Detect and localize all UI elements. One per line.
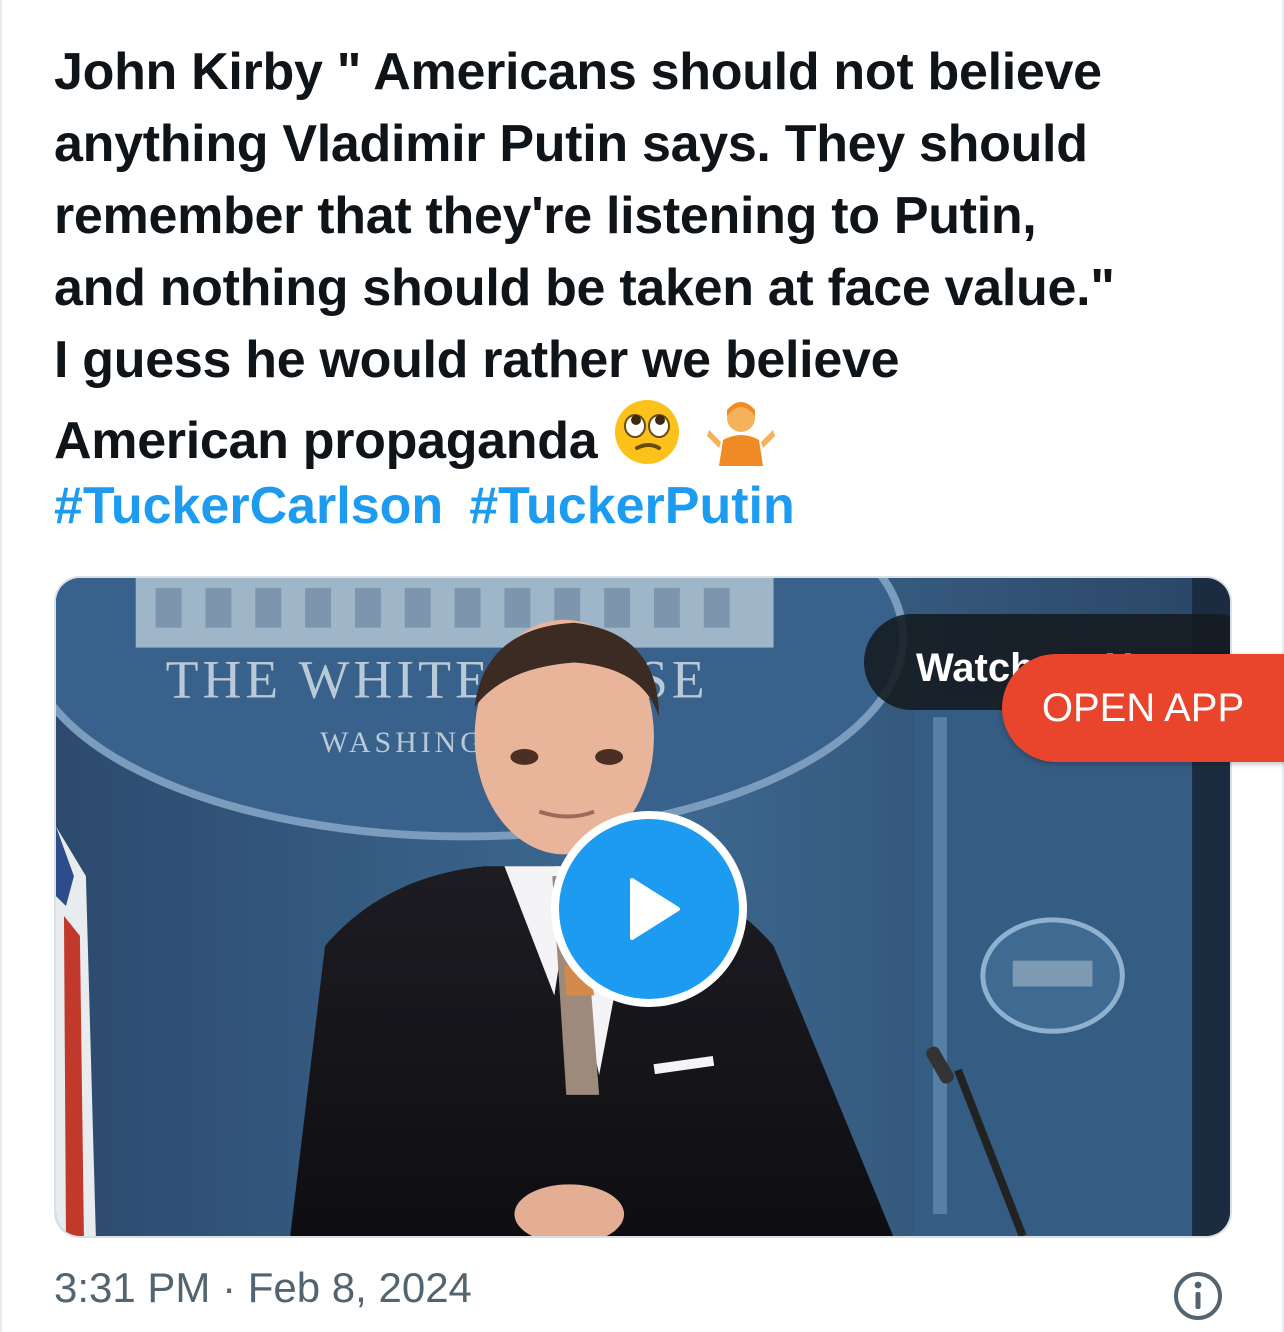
tweet-text-line: anything Vladimir Putin says. They shoul… [54,115,1088,173]
tweet-text-line: remember that they're listening to Putin… [54,187,1037,245]
play-button[interactable] [551,811,747,1007]
face-with-rolling-eyes-icon [615,400,680,464]
tweet-text-line: John Kirby " Americans should not believ… [54,43,1102,101]
tweet-card: John Kirby " Americans should not believ… [0,0,1284,1332]
person-shrugging-icon [707,402,776,466]
tweet-text: John Kirby " Americans should not believ… [54,36,1244,477]
play-icon [630,878,680,940]
tweet-text-line: American propaganda [54,412,598,470]
tweet-timestamp[interactable]: 3:31 PM · Feb 8, 2024 [54,1264,472,1312]
open-app-button[interactable]: OPEN APP [1002,654,1284,762]
hashtag-link-tuckerputin[interactable]: #TuckerPutin [469,477,795,535]
tweet-text-last-line: American propaganda [54,396,1244,477]
hashtag-row: #TuckerCarlson #TuckerPutin [54,470,821,542]
info-icon[interactable] [1172,1270,1224,1322]
hashtag-link-tuckercarlson[interactable]: #TuckerCarlson [54,477,443,535]
tweet-text-line: and nothing should be taken at face valu… [54,259,1115,317]
tweet-text-line: I guess he would rather we believe [54,331,900,389]
